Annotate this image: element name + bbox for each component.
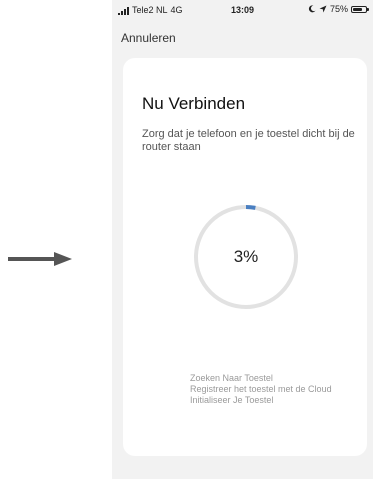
status-right: 75% [308, 4, 369, 14]
step-item: Registreer het toestel met de Cloud [190, 384, 332, 394]
cancel-button[interactable]: Annuleren [121, 31, 176, 45]
instruction-text: Zorg dat je telefoon en je toestel dicht… [142, 128, 355, 153]
step-item: Zoeken Naar Toestel [190, 373, 273, 383]
moon-icon [308, 5, 316, 13]
connect-card: Nu Verbinden Zorg dat je telefoon en je … [123, 58, 367, 456]
step-list: Zoeken Naar Toestel Registreer het toest… [190, 373, 332, 406]
status-bar: Tele2 NL 4G 13:09 75% [112, 0, 373, 22]
page-title: Nu Verbinden [142, 94, 246, 113]
battery-fill [353, 7, 362, 11]
progress-indicator: 3% [192, 203, 300, 311]
phone-screen: Tele2 NL 4G 13:09 75% Annuleren Nu Verbi… [112, 0, 373, 479]
screenshot: Tele2 NL 4G 13:09 75% Annuleren Nu Verbi… [0, 0, 373, 479]
battery-tip [367, 7, 369, 11]
step-item: Initialiseer Je Toestel [190, 395, 274, 405]
progress-percent: 3% [233, 247, 259, 266]
location-icon [319, 5, 327, 13]
battery-percent: 75% [329, 4, 348, 14]
battery-icon [351, 5, 369, 13]
pointer-arrow-icon [8, 252, 72, 266]
